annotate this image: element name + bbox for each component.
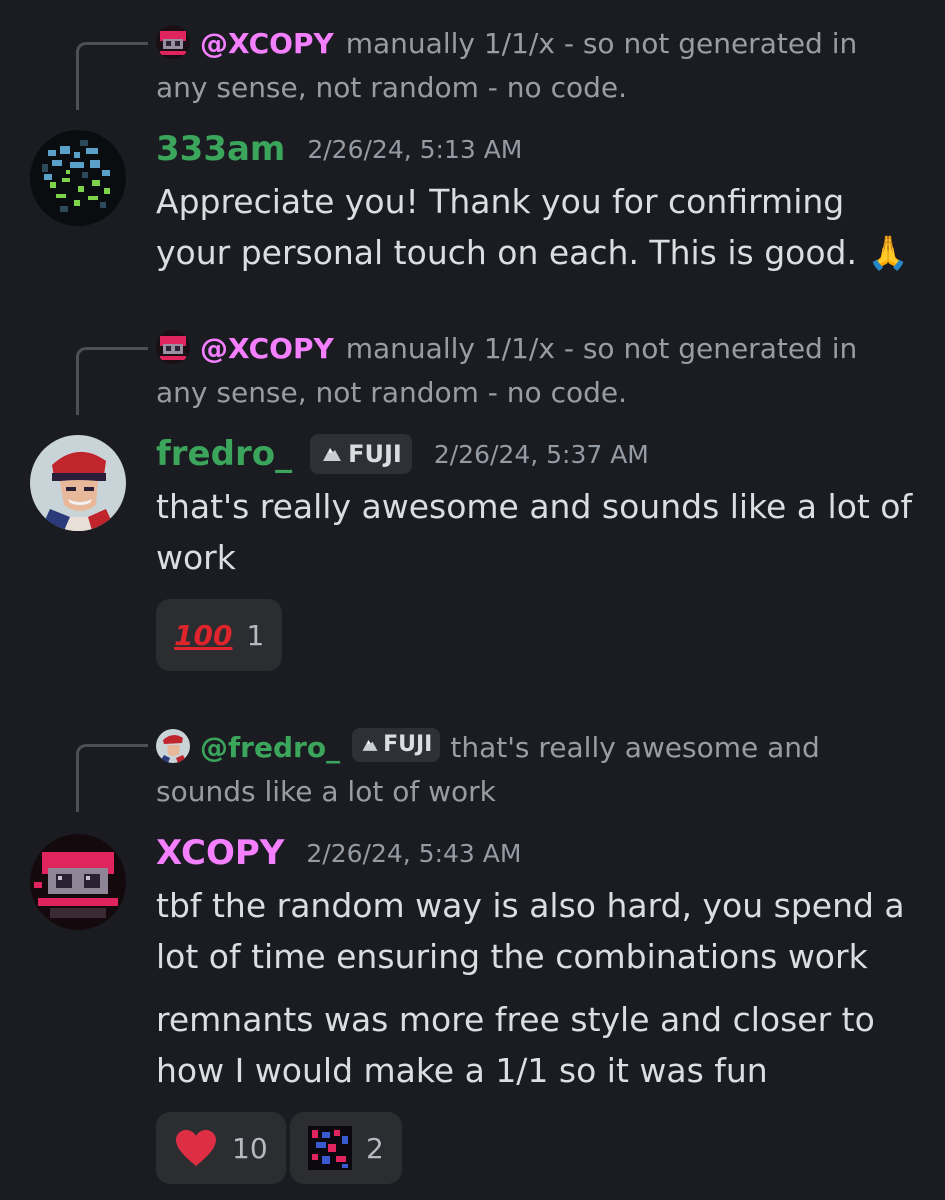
reply-spine [76,42,148,110]
username[interactable]: XCOPY [156,833,284,873]
message-header: fredro_ FUJI 2/26/24, 5:37 AM [156,429,649,479]
reply-preview[interactable]: @XCOPY manually 1/1/x - so not generated … [156,327,896,415]
mountain-icon [362,740,378,751]
message-content: tbf the random way is also hard, you spe… [156,886,905,976]
reply-spine [76,744,148,812]
reaction-count: 10 [232,1131,268,1165]
avatar-xcopy[interactable] [30,834,126,930]
message-feed: @XCOPY manually 1/1/x - so not generated … [0,0,945,1200]
reply-avatar-fredro [156,729,190,763]
message-content: Appreciate you! Thank you for confirming… [156,182,909,272]
reply-avatar-xcopy [156,330,190,364]
reaction-custom[interactable]: 2 [290,1112,402,1184]
role-tag[interactable]: FUJI [352,728,441,762]
message-content: that's really awesome and sounds like a … [156,487,913,577]
username[interactable]: fredro_ [156,434,292,474]
hundred-points-icon: 100 [174,618,233,652]
message-header: 333am 2/26/24, 5:13 AM [156,124,522,174]
heart-icon [176,1130,216,1166]
role-tag-label: FUJI [383,732,433,757]
avatar-fredro[interactable] [30,435,126,531]
timestamp: 2/26/24, 5:37 AM [433,439,649,469]
username[interactable]: 333am [156,129,285,169]
role-tag-label: FUJI [348,440,402,468]
reaction-count: 2 [366,1131,384,1165]
custom-xcopy-emoji-icon [308,1126,352,1170]
message-content: remnants was more free style and closer … [156,1000,875,1090]
role-tag[interactable]: FUJI [310,434,412,474]
reaction-count: 1 [246,618,265,652]
timestamp: 2/26/24, 5:13 AM [307,134,523,164]
message-header: XCOPY 2/26/24, 5:43 AM [156,828,521,878]
reply-preview[interactable]: @XCOPY manually 1/1/x - so not generated … [156,22,896,110]
reply-avatar-xcopy [156,25,190,59]
reply-author[interactable]: @XCOPY [200,332,334,365]
reply-spine [76,347,148,415]
avatar-333am[interactable] [30,130,126,226]
timestamp: 2/26/24, 5:43 AM [306,838,522,868]
reply-preview[interactable]: @fredro_ FUJI that's really awesome and … [156,726,896,814]
reaction-heart[interactable]: 10 [156,1112,286,1184]
reaction-100[interactable]: 100 1 [156,599,283,671]
mountain-icon [323,448,342,461]
reply-author[interactable]: @XCOPY [200,27,334,60]
reply-author[interactable]: @fredro_ [200,731,340,764]
